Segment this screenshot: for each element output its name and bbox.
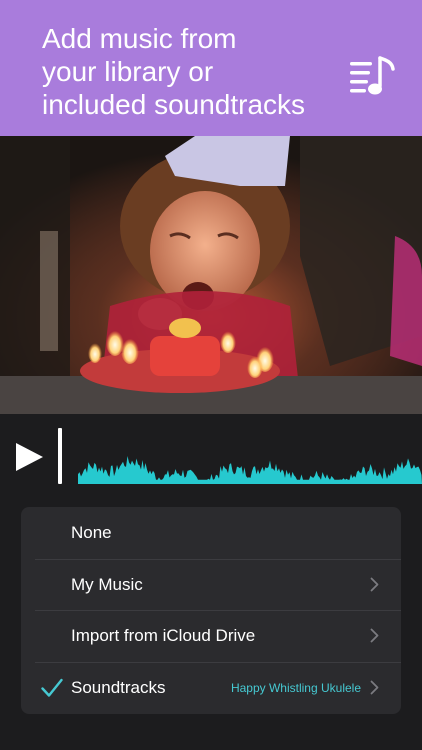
play-icon[interactable] <box>14 442 44 472</box>
video-preview-photo <box>0 136 422 414</box>
audio-waveform[interactable] <box>78 444 422 484</box>
checkmark-icon <box>41 678 63 697</box>
menu-item-my-music[interactable]: My Music <box>21 558 401 611</box>
music-source-menu: None My Music Import from iCloud Drive S… <box>21 507 401 714</box>
banner-title: Add music from your library or included … <box>42 23 306 120</box>
promo-banner: Add music from your library or included … <box>0 0 422 136</box>
menu-item-none[interactable]: None <box>21 507 401 559</box>
chevron-right-icon <box>370 680 379 694</box>
menu-item-soundtracks[interactable]: Soundtracks Happy Whistling Ukulele <box>21 661 401 714</box>
menu-item-label: Soundtracks <box>71 677 166 697</box>
waveform-shape <box>78 456 422 484</box>
selected-soundtrack-name: Happy Whistling Ukulele <box>230 680 361 695</box>
chevron-right-icon <box>370 577 379 591</box>
menu-item-import-icloud[interactable]: Import from iCloud Drive <box>21 610 401 662</box>
audio-player <box>0 414 422 496</box>
playhead[interactable] <box>58 428 62 484</box>
menu-item-label: My Music <box>71 574 143 594</box>
menu-item-label: None <box>71 523 112 542</box>
chevron-right-icon <box>370 628 379 643</box>
menu-item-label: Import from iCloud Drive <box>71 626 256 645</box>
music-list-icon <box>350 56 395 95</box>
birthday-photo-illustration <box>0 136 422 414</box>
app-screen: Add music from your library or included … <box>0 0 422 750</box>
